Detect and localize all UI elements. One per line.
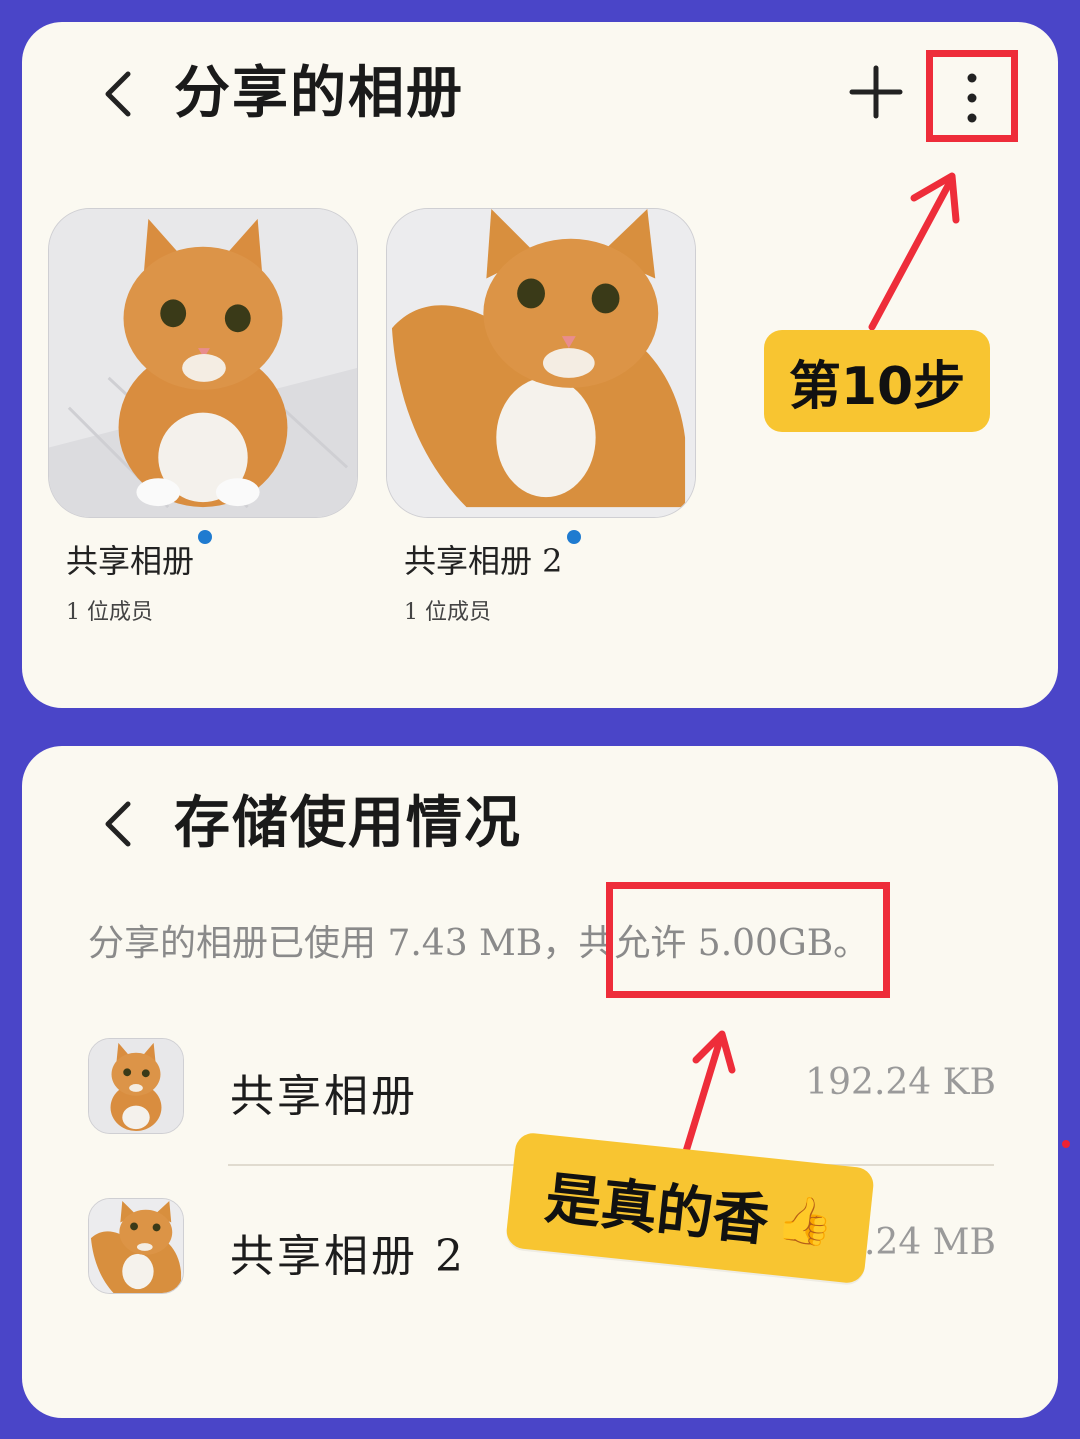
orange-tabby-cat-cutout-photo [89, 1199, 183, 1293]
album-tile-shared-album-2[interactable]: 共享相册 2 1 位成员 [386, 208, 696, 626]
shared-albums-card: 分享的相册 共享相册 1 位成员 共享相册 2 1 位成员 第10步 [22, 22, 1058, 708]
orange-tabby-cat-cutout-photo [387, 209, 695, 517]
album-thumbnail [386, 208, 696, 518]
new-content-dot [566, 530, 581, 544]
storage-row-shared-album[interactable]: 共享相册 192.24 KB [88, 1038, 996, 1138]
praise-text: 是真的香 [542, 1165, 772, 1254]
album-thumbnail [48, 208, 358, 518]
album-members: 1 位成员 [404, 600, 491, 625]
arrow-up-icon [868, 172, 960, 331]
page-title: 分享的相册 [174, 61, 464, 126]
storage-album-size: 192.24 KB [805, 1062, 996, 1103]
chevron-left-icon[interactable] [90, 794, 150, 854]
album-name: 共享相册 [66, 530, 213, 582]
arrow-up-icon [680, 1030, 736, 1162]
album-thumbnail [88, 1198, 184, 1294]
storage-album-name: 共享相册 2 [230, 1231, 466, 1282]
page-title: 存储使用情况 [174, 791, 522, 856]
orange-tabby-cat-photo [49, 209, 357, 517]
thumbs-up-icon: 👍 [774, 1189, 837, 1250]
step-badge: 第10步 [764, 330, 990, 432]
plus-icon[interactable] [846, 62, 906, 122]
orange-tabby-cat-photo [89, 1039, 183, 1133]
storage-album-name: 共享相册 [230, 1071, 418, 1122]
album-members: 1 位成员 [66, 600, 153, 625]
chevron-left-icon[interactable] [90, 64, 150, 124]
album-tile-shared-album[interactable]: 共享相册 1 位成员 [48, 208, 358, 626]
storage-usage-card: 存储使用情况 分享的相册已使用 7.43 MB，共允许 5.00GB。 共享相册… [22, 746, 1058, 1418]
album-thumbnail [88, 1038, 184, 1134]
highlight-box-more-menu [926, 50, 1018, 142]
edge-dot [1062, 1140, 1070, 1148]
new-content-dot [198, 530, 213, 544]
highlight-box-quota [606, 882, 890, 998]
album-name: 共享相册 2 [404, 530, 581, 582]
